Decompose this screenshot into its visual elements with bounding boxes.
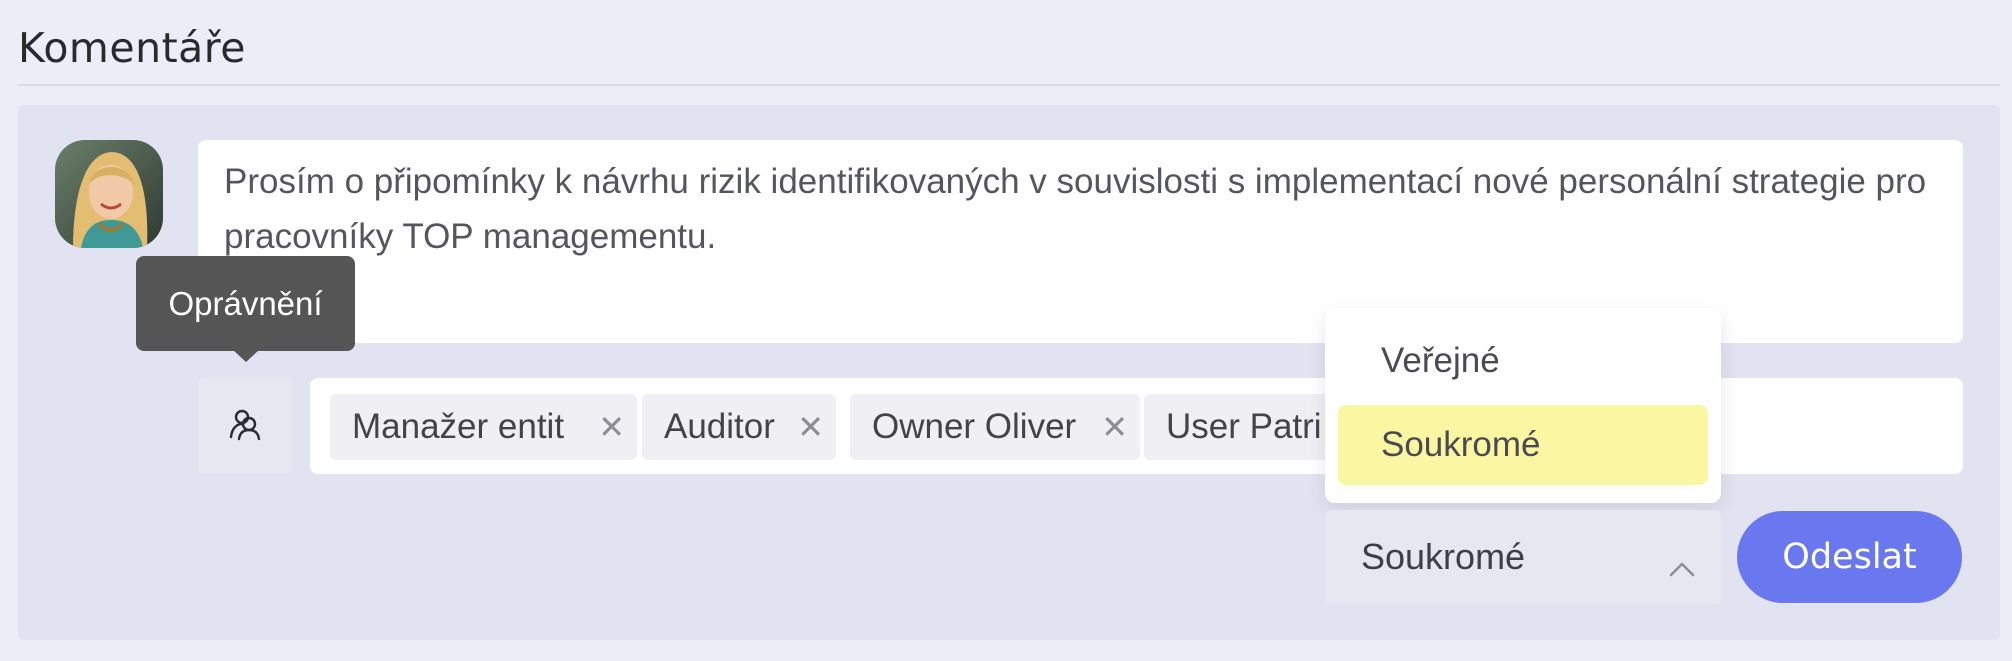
- remove-tag-icon[interactable]: ✕: [598, 394, 625, 460]
- users-icon: [228, 407, 262, 446]
- option-private[interactable]: Soukromé: [1338, 405, 1708, 485]
- tag-chip: Owner Oliver ✕: [850, 394, 1140, 460]
- section-title: Komentáře: [18, 24, 246, 72]
- comments-section: Komentáře Prosím o připomínky k návrhu r…: [0, 0, 2012, 661]
- chevron-up-icon: [1669, 544, 1695, 586]
- option-public[interactable]: Veřejné: [1338, 321, 1708, 401]
- tag-label: Manažer entit: [352, 407, 565, 446]
- permissions-tooltip: Oprávnění: [136, 256, 355, 351]
- tag-chip: Manažer entit ✕: [330, 394, 637, 460]
- divider: [18, 84, 2000, 86]
- remove-tag-icon[interactable]: ✕: [797, 394, 824, 460]
- avatar: [55, 140, 163, 248]
- visibility-select[interactable]: Soukromé: [1325, 510, 1721, 604]
- tooltip-arrow: [233, 350, 259, 362]
- visibility-selected-value: Soukromé: [1361, 536, 1526, 577]
- remove-tag-icon[interactable]: ✕: [1101, 394, 1128, 460]
- tag-label: Auditor: [664, 407, 775, 446]
- tag-chip: Auditor ✕: [642, 394, 836, 460]
- permissions-button[interactable]: [198, 378, 292, 474]
- tag-label: Owner Oliver: [872, 407, 1077, 446]
- send-button[interactable]: Odeslat: [1737, 511, 1962, 603]
- tag-label: User Patri: [1166, 407, 1322, 446]
- visibility-dropdown-menu: Veřejné Soukromé: [1325, 308, 1721, 503]
